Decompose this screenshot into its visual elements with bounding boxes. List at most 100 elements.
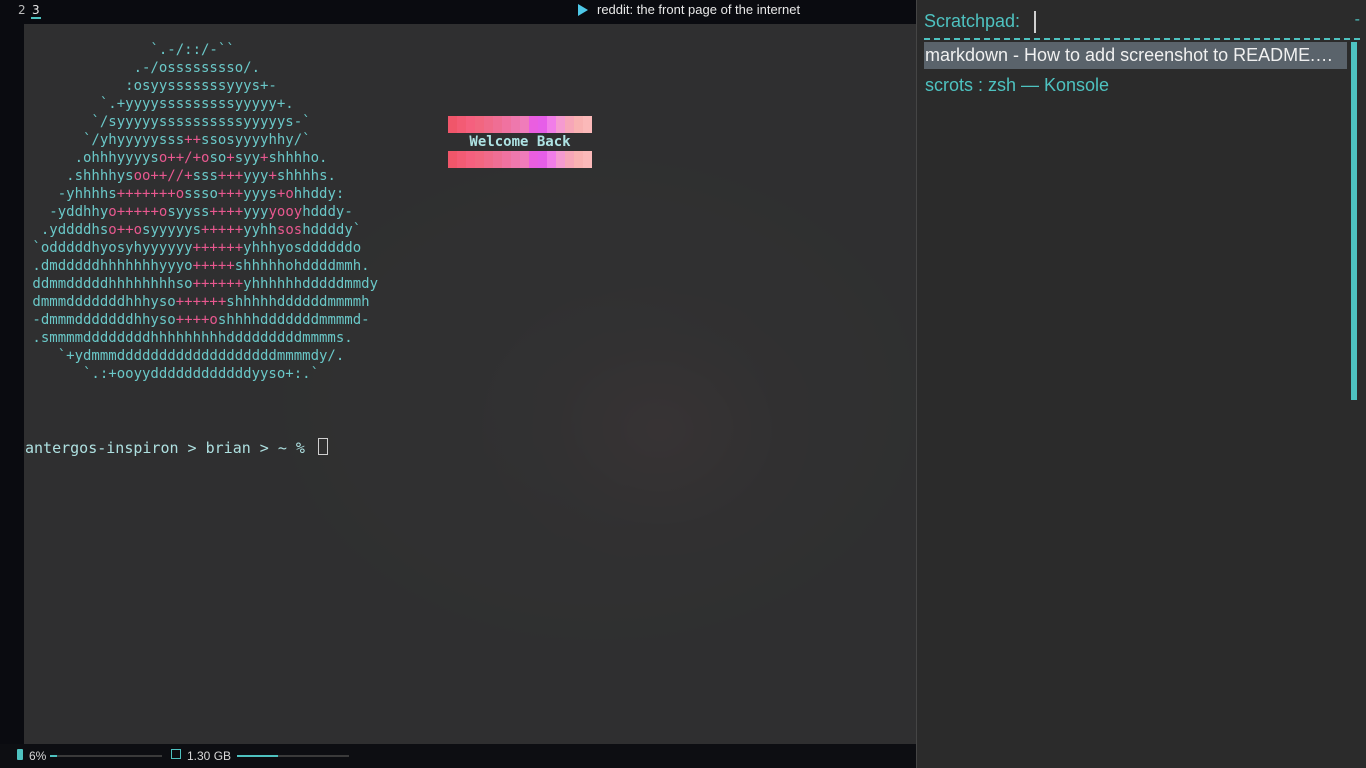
ascii-segment: `odddddhyosyhyyyyyy [24, 240, 193, 256]
ascii-segment: shhhhhddddddmmmmh [226, 294, 370, 310]
ascii-segment: yyy [243, 204, 269, 220]
color-swatch [484, 116, 493, 133]
workspace-3[interactable]: 3 [31, 3, 41, 19]
ascii-segment: hhddy: [293, 186, 345, 202]
cpu-meter-fill [50, 755, 57, 757]
cpu-usage-label: 6% [29, 749, 47, 763]
ascii-segment: .dmdddddhhhhhhhyyyo [24, 258, 193, 274]
color-swatch [583, 151, 592, 168]
color-swatch [556, 151, 565, 168]
welcome-banner: Welcome Back [448, 116, 592, 168]
ascii-highlight-segment: oo++//+ [133, 168, 193, 184]
color-swatch [448, 116, 457, 133]
ascii-segment: dmmmdddddddhhhyso [24, 294, 176, 310]
ascii-segment: -yddhhy [24, 204, 109, 220]
ascii-highlight-segment: yooy [268, 204, 303, 220]
color-swatch [574, 116, 583, 133]
ascii-segment: -dmmmdddddddhhyso [24, 312, 176, 328]
ascii-segment: .yddddhs [24, 222, 109, 238]
color-swatch [502, 151, 511, 168]
scratchpad-label: Scratchpad: [924, 11, 1021, 31]
ascii-segment: yyys [243, 186, 277, 202]
ascii-segment: so [209, 150, 227, 166]
ascii-segment: shhhho. [268, 150, 328, 166]
color-swatch [493, 116, 502, 133]
ascii-segment: `.-/::/-`` [24, 42, 235, 58]
ascii-highlight-segment: +++++ [192, 258, 235, 274]
color-swatch [529, 116, 538, 133]
text-cursor [317, 438, 328, 455]
ascii-highlight-segment: +++++++o [116, 186, 185, 202]
workspace-2[interactable]: 2 [18, 3, 26, 17]
welcome-text: Welcome Back [469, 134, 571, 150]
color-swatch [511, 151, 520, 168]
ascii-highlight-segment: ++++++ [192, 240, 244, 256]
ascii-highlight-segment: ++++++ [192, 276, 244, 292]
ascii-highlight-segment: o++/+o [158, 150, 210, 166]
color-swatch [457, 116, 466, 133]
color-swatch [466, 151, 475, 168]
ascii-segment: ssso [184, 186, 218, 202]
prompt-text: antergos-inspiron > brian > ~ % [25, 439, 314, 457]
scrollbar[interactable] [1351, 42, 1357, 400]
ascii-highlight-segment: ++++++ [175, 294, 227, 310]
color-swatch [493, 151, 502, 168]
color-swatch [448, 151, 457, 168]
ascii-segment: .ohhhyyyys [24, 150, 159, 166]
ascii-highlight-segment: + [226, 150, 235, 166]
ascii-highlight-segment: ++ [184, 132, 202, 148]
color-swatch [484, 151, 493, 168]
color-swatch [565, 116, 574, 133]
color-bar-top [448, 116, 592, 133]
scratchpad-item-konsole[interactable]: scrots : zsh — Konsole [924, 72, 1347, 99]
ascii-segment: yhhhyosddddddo [243, 240, 362, 256]
ascii-segment: shhhhs. [276, 168, 336, 184]
ascii-segment: `/syyyyyssssssssssyyyyys-` [24, 114, 311, 130]
color-swatch [502, 116, 511, 133]
ascii-segment: sss [192, 168, 218, 184]
cpu-meter [50, 755, 162, 757]
color-swatch [520, 151, 529, 168]
color-swatch [547, 116, 556, 133]
color-swatch [547, 151, 556, 168]
ascii-segment: hdddy- [302, 204, 353, 220]
ascii-highlight-segment: ++++ [209, 204, 244, 220]
top-bar: 2 3 reddit: the front page of the intern… [0, 0, 916, 22]
ascii-segment: shhhhhohddddmmh. [234, 258, 370, 274]
scratchpad-item-stackoverflow[interactable]: markdown - How to add screenshot to READ… [924, 42, 1347, 69]
shell-prompt[interactable]: antergos-inspiron > brian > ~ % [25, 438, 328, 457]
color-swatch [475, 151, 484, 168]
scratchpad-dash: - [1354, 11, 1360, 28]
ascii-segment: shhhhdddddddmmmmd- [217, 312, 370, 328]
color-swatch [466, 116, 475, 133]
ascii-segment: .shhhhys [24, 168, 134, 184]
scratchpad-prompt[interactable]: Scratchpad: - [924, 10, 1360, 40]
color-swatch [565, 151, 574, 168]
ascii-highlight-segment: o++o [108, 222, 143, 238]
color-swatch [457, 151, 466, 168]
ascii-segment: ddmmdddddhhhhhhhhso [24, 276, 193, 292]
ascii-logo: `.-/::/-`` .-/osssssssso/. :osyysssssssy… [24, 41, 378, 383]
ascii-highlight-segment: o+++++o [108, 204, 168, 220]
ascii-highlight-segment: + [268, 168, 277, 184]
color-swatch [520, 116, 529, 133]
ascii-highlight-segment: sos [276, 222, 303, 238]
window-title: reddit: the front page of the internet [597, 2, 801, 17]
cpu-icon [17, 749, 23, 760]
color-swatch [583, 116, 592, 133]
ascii-segment: syyss [167, 204, 210, 220]
color-bar-bottom [448, 151, 592, 168]
terminal-window[interactable]: `.-/::/-`` .-/osssssssso/. :osyysssssssy… [24, 24, 916, 744]
color-swatch [511, 116, 520, 133]
input-caret [1034, 11, 1036, 33]
color-swatch [538, 151, 547, 168]
ascii-segment: .smmmmddddddddhhhhhhhhhdddddddddmmmms. [24, 330, 353, 346]
ascii-highlight-segment: ++++o [175, 312, 218, 328]
memory-usage-label: 1.30 GB [187, 749, 232, 763]
play-icon [578, 4, 588, 16]
ascii-segment: `.+yyyysssssssssyyyyy+. [24, 96, 294, 112]
memory-meter-fill [237, 755, 279, 757]
ascii-segment: syy [234, 150, 261, 166]
ascii-segment: yyy [243, 168, 269, 184]
ascii-segment: ssosyyyyhhy/` [201, 132, 311, 148]
